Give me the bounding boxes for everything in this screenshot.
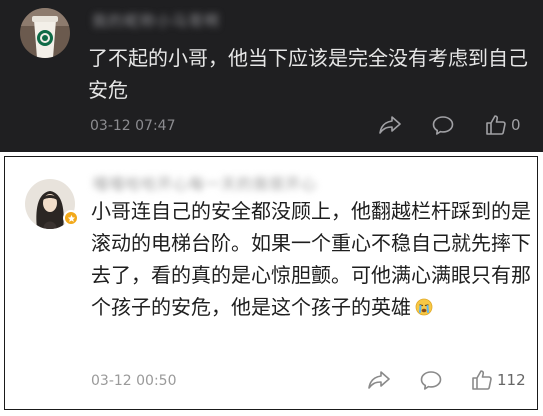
share-icon [379,116,401,134]
comment-username[interactable]: 我的昵称小马哥啊 [92,10,220,31]
comment-text: 了不起的小哥，他当下应该是完全没有考虑到自己安危 [88,46,528,102]
speech-bubble-icon [432,116,454,135]
comment-timestamp: 03-12 07:47 [90,118,176,134]
like-button[interactable]: 112 [470,368,526,392]
comment-username[interactable]: 嘻嘻哈哈开心每一天的我很开心 [93,173,317,194]
share-button[interactable] [378,114,402,136]
user-avatar[interactable] [20,8,70,58]
verified-badge-icon [63,210,79,226]
comment-text: 小哥连自己的安全都没顾上，他翻越栏杆踩到的是滚动的电梯台阶。如果一个重心不稳自己… [91,195,531,323]
comment-card-dark: 我的昵称小马哥啊 了不起的小哥，他当下应该是完全没有考虑到自己安危 03-12 … [0,0,543,152]
thumbs-up-icon [486,115,506,135]
thumbs-up-icon [472,370,492,390]
starbucks-cup-icon [20,8,70,58]
speech-bubble-icon [420,371,442,390]
like-count: 112 [497,371,526,389]
like-button[interactable]: 0 [484,113,521,137]
share-button[interactable] [367,369,391,391]
comment-button[interactable] [419,369,443,391]
crying-face-emoji [415,293,433,316]
share-icon [368,371,390,389]
like-count: 0 [511,116,521,134]
comment-timestamp: 03-12 00:50 [91,373,177,389]
comment-card-light: 嘻嘻哈哈开心每一天的我很开心 小哥连自己的安全都没顾上，他翻越栏杆踩到的是滚动的… [4,156,538,410]
comment-button[interactable] [431,114,455,136]
comment-text-content: 小哥连自己的安全都没顾上，他翻越栏杆踩到的是滚动的电梯台阶。如果一个重心不稳自己… [91,199,531,319]
